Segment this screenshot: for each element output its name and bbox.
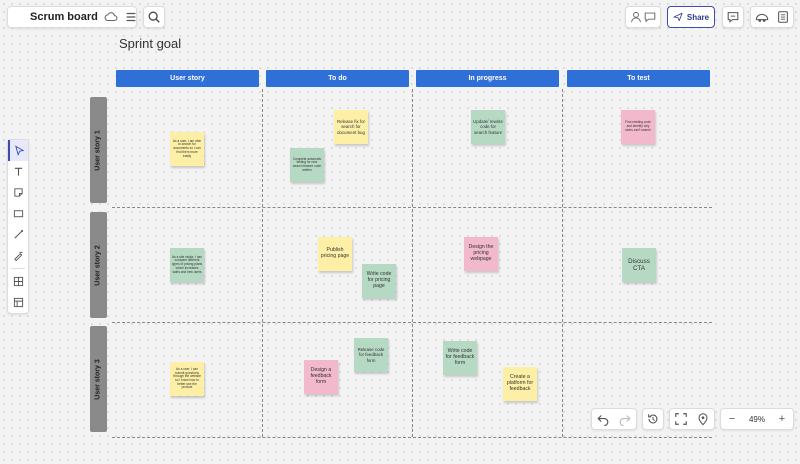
zoom-panel: − 49% +	[720, 408, 794, 430]
sticky-note[interactable]: Publish pricing page	[318, 237, 352, 271]
zoom-in-button[interactable]: +	[775, 413, 789, 425]
draw-tool[interactable]	[8, 245, 28, 266]
sticky-note[interactable]: Release code for feedback form	[354, 338, 388, 372]
sticky-note[interactable]: As a user, I can submit questions throug…	[170, 362, 204, 396]
grid-divider	[412, 89, 413, 437]
sticky-note[interactable]: As a site visitor, I can compare differe…	[170, 248, 204, 282]
column-header-user-story[interactable]: User story	[116, 70, 259, 87]
chat-button[interactable]	[722, 6, 744, 28]
board-title[interactable]: Scrum board	[30, 11, 98, 23]
collaborate-icon[interactable]	[751, 6, 772, 28]
search-button[interactable]	[143, 6, 165, 28]
sprint-goal-title[interactable]: Sprint goal	[119, 36, 181, 51]
collaborators-panel[interactable]	[625, 6, 661, 28]
table-tool[interactable]	[8, 292, 28, 313]
row-header-user-story-3[interactable]: User story 3	[90, 326, 107, 432]
history-button[interactable]	[642, 408, 664, 430]
search-icon	[144, 6, 164, 28]
board-title-bar: Scrum board	[7, 6, 137, 28]
sticky-note-tool[interactable]	[8, 182, 28, 203]
column-header-in-progress[interactable]: In progress	[416, 70, 559, 87]
location-icon[interactable]	[692, 408, 714, 430]
row-label: User story 3	[95, 358, 102, 400]
comment-icon[interactable]	[643, 6, 657, 28]
share-button[interactable]: Share	[667, 6, 715, 28]
table-icon	[13, 297, 23, 308]
sticky-note[interactable]: Release fix for search for document bug	[334, 110, 368, 144]
rectangle-icon	[13, 210, 23, 218]
grid-divider	[262, 89, 263, 437]
shape-tool[interactable]	[8, 203, 28, 224]
toolbar-divider	[11, 268, 25, 269]
column-header-to-test[interactable]: To test	[567, 70, 710, 87]
cursor-icon	[14, 145, 24, 156]
chat-icon	[723, 6, 743, 28]
templates-tool[interactable]	[8, 271, 28, 292]
row-label: User story 2	[95, 244, 102, 286]
left-toolbar	[7, 139, 29, 314]
undo-icon[interactable]	[592, 408, 614, 430]
sticky-note[interactable]: Design the pricing webpage	[464, 237, 498, 271]
select-tool[interactable]	[8, 140, 28, 161]
sticky-note[interactable]: As a user, I am able to search for docum…	[170, 132, 204, 166]
notes-panel-icon[interactable]	[772, 6, 793, 28]
undo-redo-panel	[591, 408, 637, 430]
line-icon	[13, 229, 23, 239]
zoom-level[interactable]: 49%	[749, 415, 765, 424]
column-header-to-do[interactable]: To do	[266, 70, 409, 87]
row-header-user-story-2[interactable]: User story 2	[90, 212, 107, 318]
sticky-note[interactable]: Discuss CTA	[622, 248, 656, 282]
text-tool[interactable]	[8, 161, 28, 182]
pen-icon	[13, 251, 23, 261]
sticky-note[interactable]: Complete automatic testing for new searc…	[290, 148, 324, 182]
row-header-user-story-1[interactable]: User story 1	[90, 97, 107, 203]
view-controls-panel	[669, 408, 715, 430]
history-icon	[643, 408, 663, 430]
zoom-out-button[interactable]: −	[725, 413, 739, 425]
send-icon	[673, 12, 683, 22]
sticky-note[interactable]: Create a platform for feedback	[503, 367, 537, 401]
grid-icon	[13, 276, 23, 287]
text-icon	[14, 167, 22, 176]
line-tool[interactable]	[8, 224, 28, 245]
sticky-note[interactable]: Design a feedback form	[304, 360, 338, 394]
grid-divider	[562, 89, 563, 437]
cloud-saved-icon	[104, 6, 118, 28]
fit-to-screen-icon[interactable]	[670, 408, 692, 430]
sticky-note[interactable]: Find existing code and identify why user…	[621, 110, 655, 144]
redo-icon[interactable]	[614, 408, 636, 430]
sticky-note[interactable]: Write code for pricing page	[362, 264, 396, 298]
sticky-note[interactable]: Update/ rewrite code for search feature	[471, 110, 505, 144]
sticky-note[interactable]: Write code for feedback form	[443, 341, 477, 375]
grid-divider	[112, 322, 712, 323]
row-label: User story 1	[95, 129, 102, 171]
sticky-note-icon	[13, 188, 23, 197]
grid-divider	[112, 207, 712, 208]
grid-divider	[112, 437, 712, 438]
share-label: Share	[686, 12, 710, 22]
right-tools-panel	[750, 6, 794, 28]
user-icon[interactable]	[629, 6, 643, 28]
menu-icon[interactable]	[124, 6, 138, 28]
